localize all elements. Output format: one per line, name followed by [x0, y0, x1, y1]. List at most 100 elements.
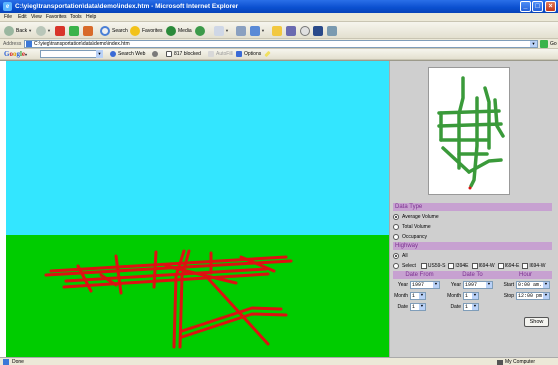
address-input[interactable]: C:\yieg\transportation\data\demo\index.h…: [24, 40, 538, 48]
menu-favorites[interactable]: Favorites: [46, 14, 67, 21]
google-logo[interactable]: Google▾: [4, 50, 27, 58]
checkbox-i394e[interactable]: [448, 262, 455, 269]
show-button[interactable]: Show: [524, 317, 549, 327]
autofill-button[interactable]: AutoFill: [208, 51, 233, 57]
close-button[interactable]: ×: [545, 1, 556, 12]
checkbox-i694-e[interactable]: [497, 262, 504, 269]
menu-view[interactable]: View: [31, 14, 42, 21]
history-icon: [195, 25, 205, 36]
to-date-select[interactable]: 1 ▼: [463, 302, 479, 311]
title-bar: e C:\yieg\transportation\data\demo\index…: [0, 0, 558, 13]
google-search-input[interactable]: [40, 50, 102, 58]
address-label: Address: [3, 41, 22, 47]
star-icon: [130, 25, 140, 36]
discuss-button[interactable]: [286, 25, 296, 36]
folder-button[interactable]: [272, 25, 282, 36]
menu-help[interactable]: Help: [86, 14, 96, 21]
radio-highway-select[interactable]: [393, 262, 399, 269]
from-year-select[interactable]: 1997 ▼: [410, 280, 440, 289]
go-button[interactable]: Go: [550, 41, 557, 47]
minimize-button[interactable]: _: [520, 1, 531, 12]
discuss-icon: [286, 25, 296, 36]
favorites-button[interactable]: Favorites: [130, 25, 163, 36]
back-dropdown-icon[interactable]: ▼: [28, 28, 32, 33]
history-button[interactable]: [195, 25, 205, 36]
ground: [6, 235, 389, 358]
data-type-occupancy[interactable]: Occupancy: [393, 232, 552, 241]
status-text: Done: [12, 359, 24, 365]
highway-all-option[interactable]: All: [393, 251, 552, 260]
messenger-icon: [313, 25, 323, 36]
back-button[interactable]: Back ▼: [4, 25, 32, 36]
binoculars-icon: [110, 51, 116, 57]
start-hour-select[interactable]: 0:00 am. ▼: [516, 280, 550, 289]
google-search-dropdown-icon[interactable]: ▼: [96, 50, 103, 58]
go-arrow-icon[interactable]: [540, 40, 548, 48]
menu-edit[interactable]: Edit: [18, 14, 27, 21]
standard-toolbar: Back ▼ ▼ Search Favorites Media ▼ ▼: [0, 22, 558, 39]
checkbox-i694-w[interactable]: [471, 262, 478, 269]
research-icon: [300, 25, 310, 36]
print-button[interactable]: [236, 25, 246, 36]
page-icon: [26, 41, 32, 47]
forward-button[interactable]: ▼: [36, 25, 51, 36]
menu-tools[interactable]: Tools: [70, 14, 82, 21]
checkbox-us59-s[interactable]: [420, 262, 427, 269]
radio-highway-all[interactable]: [393, 252, 399, 259]
to-year-select[interactable]: 1997 ▼: [463, 280, 493, 289]
google-toolbar: Google▾ ▼ Search Web 817 blocked AutoFil…: [0, 49, 558, 60]
mail-button[interactable]: ▼: [214, 25, 229, 36]
3d-road-scene[interactable]: [6, 61, 389, 358]
home-icon: [83, 25, 93, 36]
overview-map-roads: [437, 76, 505, 190]
stop-hour-select[interactable]: 12:00 pm ▼: [516, 291, 550, 300]
data-type-average-volume[interactable]: Average Volume: [393, 212, 552, 221]
edit-button[interactable]: ▼: [250, 25, 265, 36]
chevron-down-icon[interactable]: ▼: [419, 303, 425, 310]
media-button[interactable]: Media: [166, 25, 192, 36]
chevron-down-icon[interactable]: ▼: [472, 303, 478, 310]
refresh-icon: [69, 25, 79, 36]
popup-blocker-button[interactable]: 817 blocked: [166, 51, 201, 57]
options-button[interactable]: Options: [236, 51, 261, 57]
chevron-down-icon[interactable]: ▼: [433, 281, 439, 288]
to-month-select[interactable]: 1 ▼: [463, 291, 479, 300]
edit-icon: [250, 25, 260, 36]
chevron-down-icon[interactable]: ▼: [419, 292, 425, 299]
chevron-down-icon[interactable]: ▼: [472, 292, 478, 299]
chevron-down-icon[interactable]: ▼: [543, 292, 549, 299]
highlighter-button[interactable]: [264, 50, 271, 58]
pagerank-icon: [152, 51, 158, 57]
window-title: C:\yieg\transportation\data\demo\index.h…: [15, 3, 239, 10]
home-button[interactable]: [83, 25, 93, 36]
highway-select-option[interactable]: Select US59-S I394E I694-W I694-E I694-W: [393, 261, 552, 270]
address-dropdown-icon[interactable]: ▼: [530, 41, 537, 47]
radio-total-volume[interactable]: [393, 223, 399, 230]
overview-map[interactable]: [428, 67, 510, 195]
pagerank-button[interactable]: [152, 51, 160, 57]
back-arrow-icon: [4, 25, 14, 36]
forward-dropdown-icon[interactable]: ▼: [47, 28, 51, 33]
radio-average-volume[interactable]: [393, 213, 399, 220]
highlighter-icon: [264, 50, 271, 58]
chevron-down-icon[interactable]: ▼: [486, 281, 492, 288]
menu-file[interactable]: File: [4, 14, 12, 21]
from-date-select[interactable]: 1 ▼: [410, 302, 426, 311]
control-panel: Data Type Average Volume Total Volume Oc…: [389, 61, 558, 358]
highway-header: Highway: [393, 242, 552, 250]
radio-occupancy[interactable]: [393, 233, 399, 240]
search-button[interactable]: Search: [100, 25, 128, 36]
stop-button[interactable]: [55, 25, 65, 36]
tools-button[interactable]: [327, 25, 337, 36]
messenger-button[interactable]: [313, 25, 323, 36]
maximize-button[interactable]: □: [532, 1, 543, 12]
address-bar: Address C:\yieg\transportation\data\demo…: [0, 39, 558, 49]
data-type-total-volume[interactable]: Total Volume: [393, 222, 552, 231]
chevron-down-icon[interactable]: ▼: [543, 281, 549, 288]
menu-bar: File Edit View Favorites Tools Help: [0, 13, 558, 22]
research-button[interactable]: [300, 25, 310, 36]
refresh-button[interactable]: [69, 25, 79, 36]
from-month-select[interactable]: 1 ▼: [410, 291, 426, 300]
search-web-button[interactable]: Search Web: [110, 51, 145, 57]
checkbox-i694-w-2[interactable]: [522, 262, 529, 269]
